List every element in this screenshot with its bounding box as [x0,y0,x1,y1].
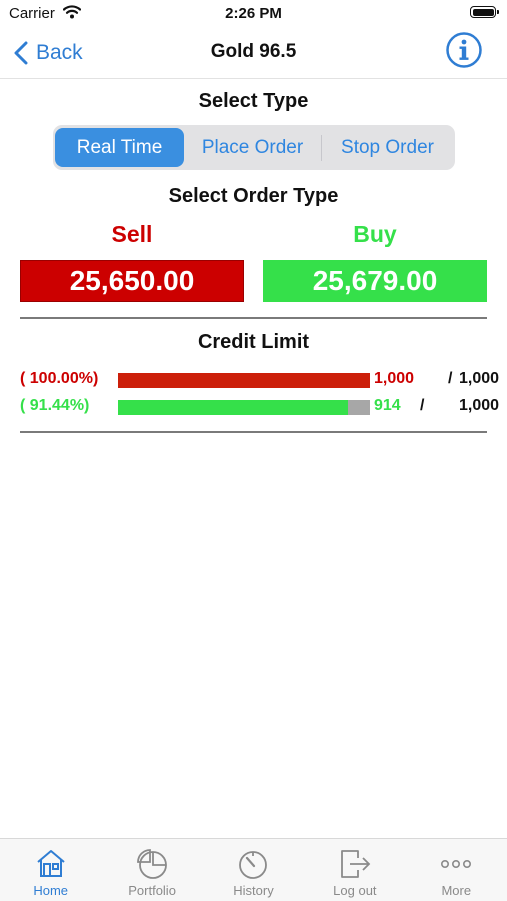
credit-progress-track [118,400,370,415]
battery-icon [470,6,499,18]
tab-bar: Home Portfolio History Log out More [0,838,507,901]
order-mode-segmented-control: Real Time Place Order Stop Order [53,125,455,170]
divider-top [20,317,487,319]
info-icon[interactable] [445,31,483,69]
segment-real-time[interactable]: Real Time [55,128,184,167]
credit-progress-track [118,373,370,388]
navigation-bar: Back Gold 96.5 [0,28,507,79]
credit-percent: ( 100.00%) [20,370,99,387]
tab-logout[interactable]: Log out [304,839,405,901]
credit-progress-fill [118,400,349,415]
pie-chart-icon [137,849,167,879]
credit-separator: / [420,397,425,414]
select-type-heading: Select Type [198,90,309,112]
tab-portfolio[interactable]: Portfolio [101,839,202,901]
page-title: Gold 96.5 [210,41,297,62]
credit-limit-row: ( 100.00%) 1,000 / 1,000 [20,370,499,390]
tab-more-label: More [441,883,472,898]
credit-separator: / [448,370,453,387]
status-time: 2:26 PM [225,5,282,22]
tab-portfolio-label: Portfolio [128,883,176,898]
tab-history-label: History [233,883,274,898]
credit-used: 1,000 [374,370,415,387]
credit-total: 1,000 [459,397,500,414]
tab-home[interactable]: Home [0,839,101,901]
home-icon [37,850,65,877]
credit-total: 1,000 [459,370,500,387]
tab-home-label: Home [33,883,69,898]
sell-price-button[interactable]: 25,650.00 [20,260,244,302]
sell-label: Sell [111,221,153,247]
credit-limit-row: ( 91.44%) 914 / 1,000 [20,397,499,417]
divider-bottom [20,431,487,433]
tab-history[interactable]: History [203,839,304,901]
more-icon [441,860,472,869]
logout-icon [340,850,371,878]
status-bar: Carrier 2:26 PM [0,0,507,28]
tab-logout-label: Log out [333,883,377,898]
credit-percent: ( 91.44%) [20,397,90,414]
timer-icon [239,851,268,879]
segment-stop-order[interactable]: Stop Order [322,128,453,167]
credit-limit-heading: Credit Limit [197,331,310,353]
buy-label: Buy [353,221,397,247]
tab-more[interactable]: More [406,839,507,901]
credit-used: 914 [374,397,401,414]
order-type-heading: Select Order Type [168,185,339,207]
segment-place-order[interactable]: Place Order [184,128,321,167]
buy-price-button[interactable]: 25,679.00 [263,260,487,302]
credit-progress-fill [118,373,370,388]
